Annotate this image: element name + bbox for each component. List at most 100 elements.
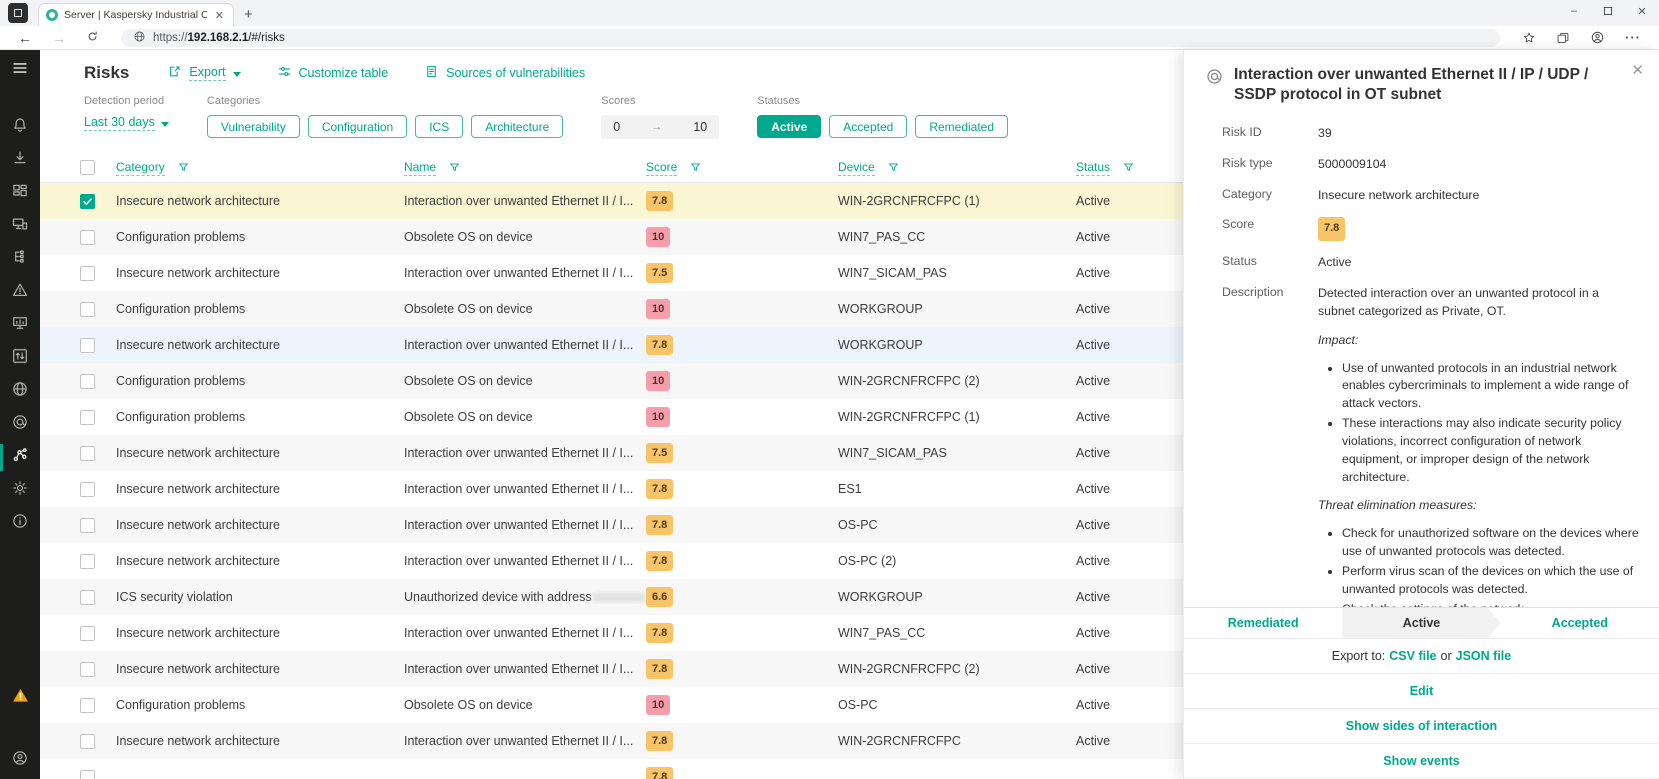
category-chip[interactable]: Configuration: [308, 115, 407, 138]
score-range-control[interactable]: 0 → 10: [601, 115, 719, 139]
table-row[interactable]: Configuration problemsObsolete OS on dev…: [40, 399, 1183, 435]
table-row[interactable]: Insecure network architectureInteraction…: [40, 471, 1183, 507]
profile-icon[interactable]: [1582, 30, 1613, 45]
sidebar-item-notifications-bell[interactable]: [0, 111, 40, 144]
row-checkbox[interactable]: [80, 410, 95, 425]
status-switch-active[interactable]: Active: [1342, 608, 1500, 638]
window-minimize-button[interactable]: –: [1557, 0, 1591, 22]
column-header[interactable]: Device: [838, 160, 875, 176]
sidebar-item-risk-triangle[interactable]: [0, 276, 40, 309]
row-checkbox[interactable]: [80, 698, 95, 713]
window-close-button[interactable]: ✕: [1625, 0, 1659, 22]
column-header[interactable]: Status: [1076, 160, 1110, 176]
panel-action-button[interactable]: Edit: [1410, 684, 1434, 698]
table-row[interactable]: Configuration problemsObsolete OS on dev…: [40, 219, 1183, 255]
sidebar-item-interactions-graph[interactable]: [0, 441, 40, 474]
table-row[interactable]: Insecure network architectureInteraction…: [40, 651, 1183, 687]
row-checkbox[interactable]: [80, 626, 95, 641]
sidebar-item-user-account[interactable]: [0, 741, 40, 779]
category-chip[interactable]: Vulnerability: [207, 115, 300, 138]
sidebar-item-settings-gear[interactable]: [0, 474, 40, 507]
tab-actions-icon[interactable]: [8, 3, 28, 23]
collections-icon[interactable]: [1548, 31, 1578, 45]
column-header[interactable]: Name: [404, 160, 436, 176]
table-row[interactable]: Insecure network architectureInteraction…: [40, 255, 1183, 291]
select-all-checkbox[interactable]: [80, 160, 95, 175]
table-row[interactable]: Insecure network architectureInteraction…: [40, 435, 1183, 471]
table-row[interactable]: Insecure network architectureInteraction…: [40, 615, 1183, 651]
favorites-star-icon[interactable]: [1514, 31, 1544, 45]
funnel-icon[interactable]: [177, 161, 190, 174]
more-menu-icon[interactable]: ···: [1617, 30, 1649, 45]
table-row[interactable]: Insecure network architectureInteraction…: [40, 327, 1183, 363]
table-row[interactable]: Insecure network architectureInteraction…: [40, 507, 1183, 543]
sidebar-item-dashboard-grid[interactable]: [0, 177, 40, 210]
tab-close-icon[interactable]: ✕: [213, 9, 226, 22]
score-badge: 7.8: [646, 731, 673, 751]
row-checkbox[interactable]: [80, 482, 95, 497]
funnel-icon[interactable]: [689, 161, 702, 174]
row-checkbox[interactable]: [80, 338, 95, 353]
row-checkbox[interactable]: [80, 194, 95, 209]
status-switch-remediated[interactable]: Remediated: [1184, 608, 1342, 638]
category-chip[interactable]: ICS: [415, 115, 463, 138]
sidebar-item-process-tree[interactable]: [0, 243, 40, 276]
status-chip[interactable]: Remediated: [915, 115, 1008, 138]
row-checkbox[interactable]: [80, 302, 95, 317]
header-action-2[interactable]: Sources of vulnerabilities: [424, 64, 585, 82]
window-maximize-button[interactable]: [1591, 0, 1625, 22]
browser-tab[interactable]: Server | Kaspersky Industrial Cybe ✕: [38, 3, 234, 26]
new-tab-button[interactable]: +: [234, 6, 263, 26]
detection-period-select[interactable]: Last 30 days: [84, 115, 169, 131]
category-chip[interactable]: Architecture: [471, 115, 563, 138]
close-icon[interactable]: ✕: [1631, 61, 1644, 79]
row-checkbox[interactable]: [80, 734, 95, 749]
back-button[interactable]: ←: [10, 30, 40, 46]
status-switch-accepted[interactable]: Accepted: [1501, 608, 1659, 638]
column-header[interactable]: Score: [646, 160, 677, 176]
header-action-1[interactable]: Customize table: [277, 64, 389, 82]
sidebar-item-hamburger-menu[interactable]: [0, 54, 40, 87]
sidebar-item-alert-triangle[interactable]: [0, 679, 40, 717]
sidebar-item-download-updates[interactable]: [0, 144, 40, 177]
table-row[interactable]: Configuration problemsObsolete OS on dev…: [40, 291, 1183, 327]
table-row[interactable]: Configuration problemsObsolete OS on dev…: [40, 363, 1183, 399]
panel-action-button[interactable]: Show sides of interaction: [1346, 719, 1497, 733]
refresh-icon[interactable]: [78, 30, 107, 46]
table-row[interactable]: Configuration problemsObsolete OS on dev…: [40, 687, 1183, 723]
row-checkbox[interactable]: [80, 374, 95, 389]
row-checkbox[interactable]: [80, 590, 95, 605]
column-header[interactable]: Category: [116, 160, 165, 176]
row-status: Active: [1076, 662, 1183, 676]
row-checkbox[interactable]: [80, 554, 95, 569]
sidebar-item-assets-devices[interactable]: [0, 210, 40, 243]
row-checkbox[interactable]: [80, 518, 95, 533]
table-row[interactable]: ICS security violationUnauthorized devic…: [40, 579, 1183, 615]
sidebar-item-network-map-globe[interactable]: [0, 375, 40, 408]
table-row[interactable]: Insecure network architectureInteraction…: [40, 543, 1183, 579]
json-file-link[interactable]: JSON file: [1456, 649, 1512, 663]
sidebar-item-risks-target[interactable]: [0, 408, 40, 441]
table-row[interactable]: Insecure network architectureInteraction…: [40, 183, 1183, 219]
funnel-icon[interactable]: [887, 161, 900, 174]
address-bar[interactable]: https://192.168.2.1/#/risks: [121, 29, 1500, 47]
row-checkbox[interactable]: [80, 770, 95, 779]
status-chip[interactable]: Active: [757, 115, 821, 138]
funnel-icon[interactable]: [448, 161, 461, 174]
sidebar-item-info-circle[interactable]: [0, 507, 40, 540]
row-checkbox[interactable]: [80, 266, 95, 281]
page-title: Risks: [84, 63, 129, 83]
sidebar-item-traffic[interactable]: [0, 342, 40, 375]
panel-action-button[interactable]: Show events: [1383, 754, 1459, 768]
sidebar-item-events-monitor[interactable]: [0, 309, 40, 342]
row-checkbox[interactable]: [80, 446, 95, 461]
table-row[interactable]: 7.8: [40, 759, 1183, 779]
status-chip[interactable]: Accepted: [829, 115, 907, 138]
panel-field: Risk ID39: [1222, 125, 1639, 143]
header-action-0[interactable]: Export: [167, 64, 240, 82]
csv-file-link[interactable]: CSV file: [1389, 649, 1436, 663]
row-checkbox[interactable]: [80, 662, 95, 677]
row-checkbox[interactable]: [80, 230, 95, 245]
funnel-icon[interactable]: [1122, 161, 1135, 174]
table-row[interactable]: Insecure network architectureInteraction…: [40, 723, 1183, 759]
